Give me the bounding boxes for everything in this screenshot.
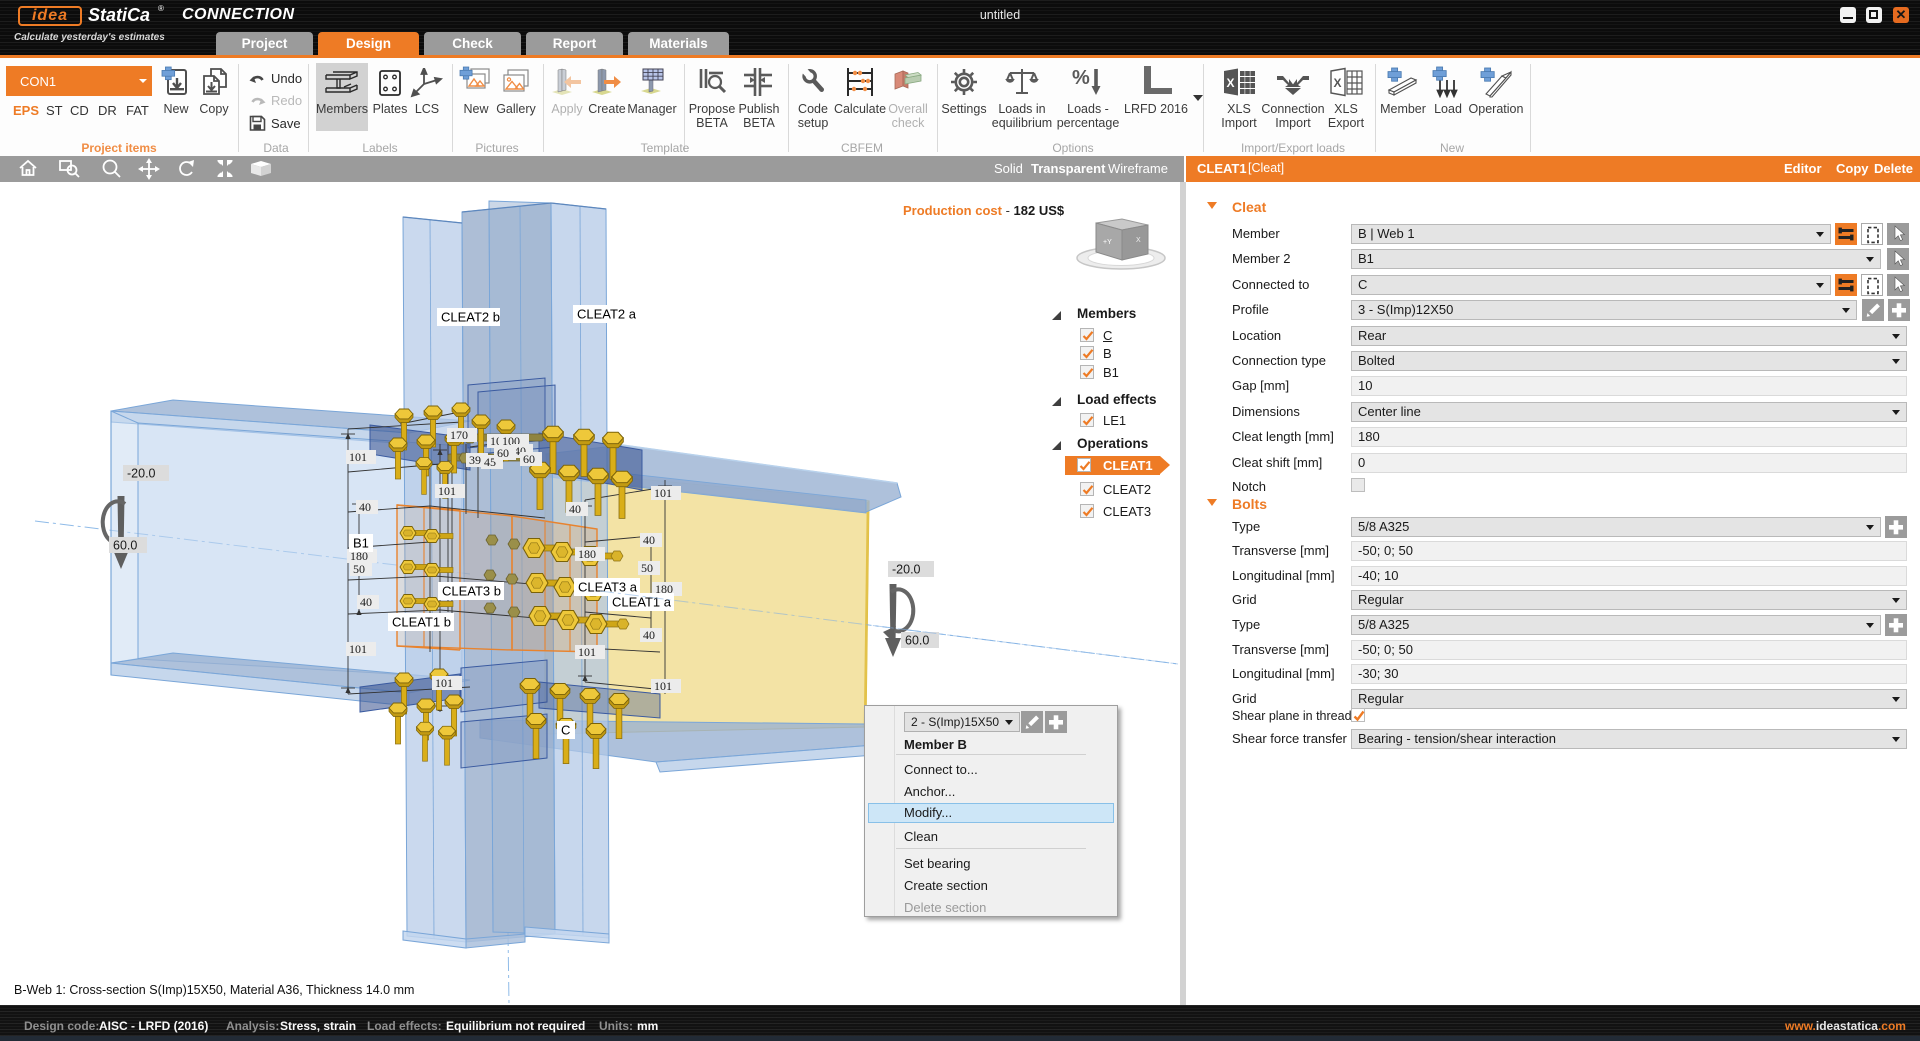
svg-text:40: 40: [360, 595, 372, 609]
svg-text:60.0: 60.0: [113, 539, 137, 553]
svg-text:50: 50: [353, 562, 365, 576]
svg-text:39: 39: [469, 453, 481, 467]
svg-text:101: 101: [654, 486, 672, 500]
svg-text:CLEAT2 b: CLEAT2 b: [441, 310, 500, 325]
svg-text:101: 101: [349, 642, 367, 656]
svg-text:C: C: [561, 723, 570, 738]
svg-text:170: 170: [450, 428, 468, 442]
svg-text:60.0: 60.0: [905, 634, 929, 648]
svg-text:101: 101: [654, 679, 672, 693]
svg-text:CLEAT3 b: CLEAT3 b: [442, 584, 501, 599]
svg-text:50: 50: [641, 561, 653, 575]
svg-text:40: 40: [359, 500, 371, 514]
svg-text:101: 101: [349, 450, 367, 464]
svg-text:40: 40: [643, 533, 655, 547]
svg-text:60: 60: [523, 452, 535, 466]
svg-text:180: 180: [578, 547, 596, 561]
svg-text:101: 101: [438, 484, 456, 498]
svg-text:+Y: +Y: [1103, 239, 1112, 246]
svg-text:B1: B1: [353, 536, 369, 551]
svg-text:101: 101: [578, 645, 596, 659]
svg-text:101: 101: [435, 676, 453, 690]
svg-text:-20.0: -20.0: [127, 467, 156, 481]
svg-text:%: %: [1072, 67, 1090, 89]
svg-text:40: 40: [643, 628, 655, 642]
svg-text:CLEAT1 a: CLEAT1 a: [612, 595, 672, 610]
svg-text:X: X: [1334, 76, 1342, 90]
svg-text:60: 60: [497, 446, 509, 460]
svg-text:-20.0: -20.0: [892, 563, 921, 577]
svg-text:40: 40: [569, 502, 581, 516]
svg-text:CLEAT2 a: CLEAT2 a: [577, 307, 637, 322]
svg-text:CLEAT1 b: CLEAT1 b: [392, 615, 451, 630]
svg-text:X: X: [1136, 237, 1141, 244]
svg-text:X: X: [1227, 76, 1235, 90]
